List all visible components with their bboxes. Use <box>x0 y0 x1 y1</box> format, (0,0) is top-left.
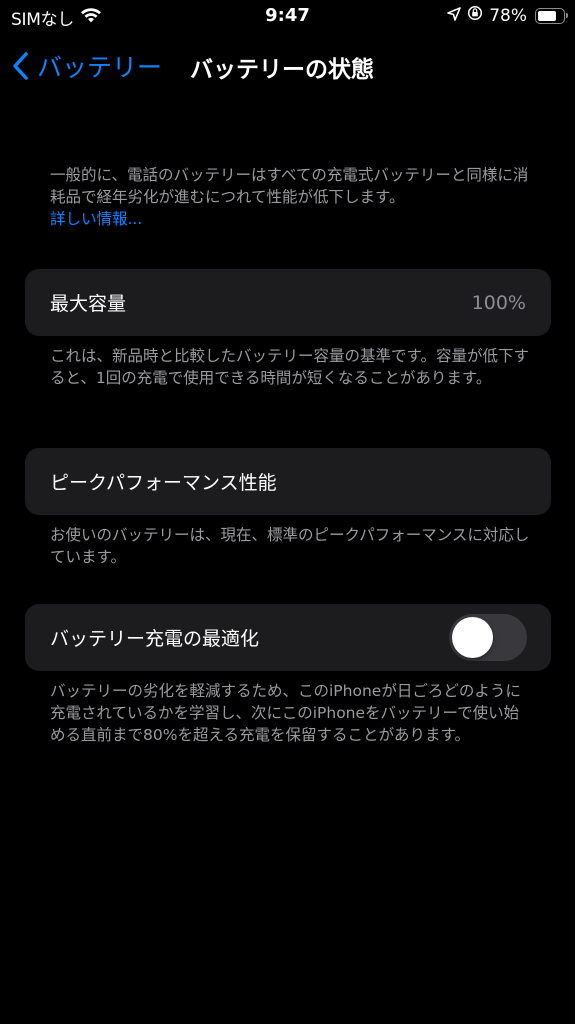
back-button[interactable]: バッテリー <box>12 48 162 84</box>
peak-performance-label: ピークパフォーマンス性能 <box>50 472 277 494</box>
peak-performance-row: ピークパフォーマンス性能 <box>25 448 551 515</box>
learn-more-link[interactable]: 詳しい情報... <box>50 208 540 230</box>
battery-icon <box>535 7 568 24</box>
orientation-lock-icon <box>467 5 483 26</box>
optimized-charging-label: バッテリー充電の最適化 <box>50 628 260 650</box>
battery-level-fill <box>538 10 556 21</box>
optimized-charging-toggle[interactable] <box>449 614 527 661</box>
page-title: バッテリーの状態 <box>190 57 374 83</box>
max-capacity-row: 最大容量 100% <box>25 269 551 336</box>
status-right: 78% <box>447 5 568 26</box>
peak-performance-footnote: お使いのバッテリーは、現在、標準のピークパフォーマンスに対応しています。 <box>50 526 530 566</box>
optimized-charging-row: バッテリー充電の最適化 <box>25 604 551 671</box>
intro-section: 一般的に、電話のバッテリーはすべての充電式バッテリーと同様に消耗品で経年劣化が進… <box>50 164 540 230</box>
battery-percent: 78% <box>489 5 527 26</box>
back-button-label: バッテリー <box>37 53 163 82</box>
max-capacity-footnote: これは、新品時と比較したバッテリー容量の基準です。容量が低下すると、1回の充電で… <box>50 347 529 387</box>
location-arrow-icon <box>447 6 462 26</box>
chevron-left-icon <box>13 52 28 80</box>
optimized-charging-footnote: バッテリーの劣化を軽減するため、このiPhoneが日ごろどのように充電されている… <box>50 682 521 744</box>
toggle-knob <box>452 617 493 658</box>
intro-text: 一般的に、電話のバッテリーはすべての充電式バッテリーと同様に消耗品で経年劣化が進… <box>50 166 529 206</box>
max-capacity-value: 100% <box>471 291 526 314</box>
max-capacity-label: 最大容量 <box>50 293 127 315</box>
status-bar: SIMなし 9:47 78% <box>0 0 575 34</box>
navigation-bar: バッテリー バッテリーの状態 <box>0 40 575 90</box>
